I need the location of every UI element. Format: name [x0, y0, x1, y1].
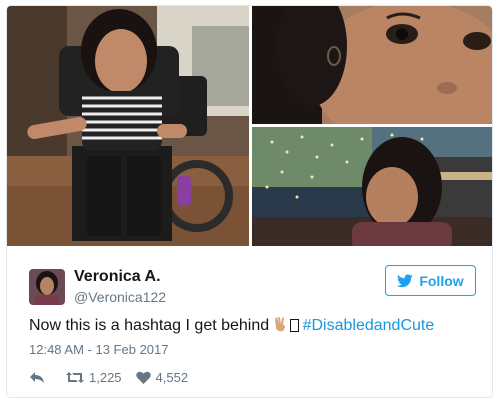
like-count: 4,552 — [155, 369, 189, 385]
photo-closeup-face[interactable] — [252, 6, 492, 124]
retweet-count: 1,225 — [89, 369, 122, 385]
hashtag-link[interactable]: #DisabledandCute — [303, 317, 435, 334]
reply-button[interactable] — [29, 371, 50, 384]
reply-icon — [30, 371, 44, 383]
tweet-body: Now this is a hashtag I get behind — [29, 317, 274, 334]
retweet-icon — [66, 371, 84, 383]
tweet-timestamp[interactable]: 12:48 AM - 13 Feb 2017 — [29, 342, 168, 357]
tweet-actions: 1,225 4,552 — [29, 367, 202, 387]
bird-icon — [397, 273, 414, 287]
photo-wheelchair-selfie[interactable] — [7, 6, 249, 246]
photo-night-lights-selfie[interactable] — [252, 127, 492, 246]
follow-label: Follow — [419, 272, 464, 289]
heart-icon — [135, 371, 151, 384]
user-handle[interactable]: @Veronica122 — [74, 289, 166, 305]
follow-button[interactable]: Follow — [385, 265, 476, 296]
display-name[interactable]: Veronica A. — [74, 268, 161, 286]
avatar[interactable] — [29, 269, 65, 305]
tweet-card: Veronica A. @Veronica122 Follow Now this… — [6, 5, 493, 398]
tweet-text: Now this is a hashtag I get behind #Disa… — [29, 316, 434, 337]
like-button[interactable]: 4,552 — [135, 369, 189, 385]
retweet-button[interactable]: 1,225 — [66, 370, 122, 385]
missing-glyph — [289, 319, 299, 332]
peace-hand-icon — [274, 316, 288, 337]
tweet-media-grid[interactable] — [7, 6, 492, 246]
